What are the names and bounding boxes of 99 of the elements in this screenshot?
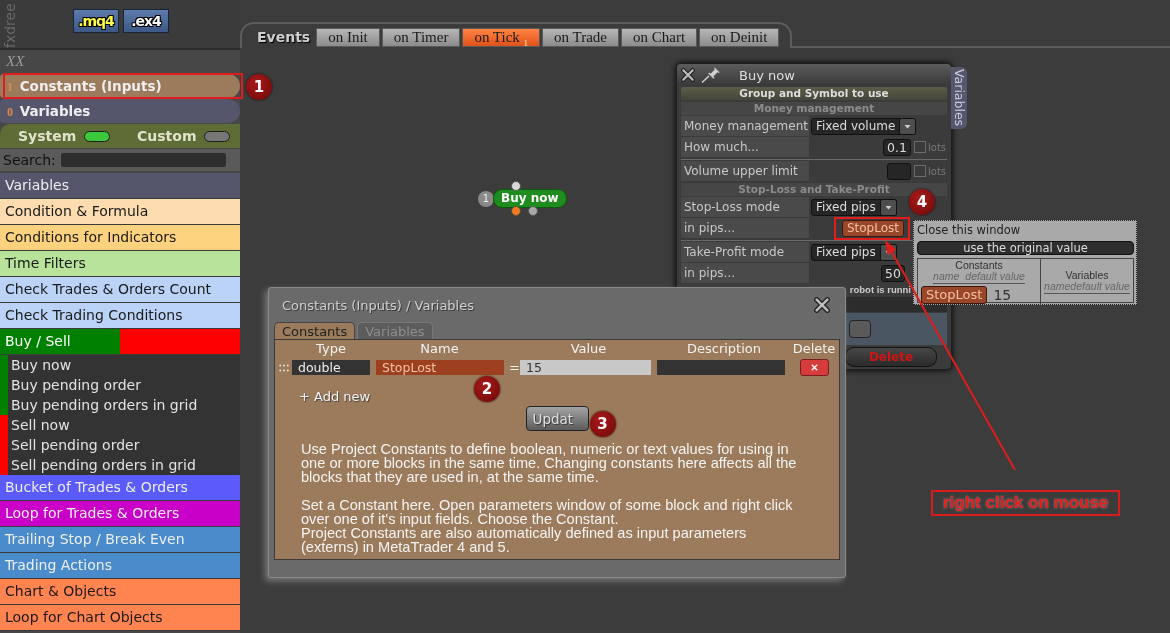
block-item[interactable]: Sell pending orders in grid	[8, 455, 240, 475]
events-label: Events	[257, 29, 311, 45]
caret-icon[interactable]	[899, 117, 917, 135]
column-header: Constants	[955, 260, 1003, 271]
tab[interactable]: on Timer	[381, 27, 461, 47]
input-field[interactable]	[887, 162, 911, 180]
input-field[interactable]: double	[292, 360, 370, 375]
category-item[interactable]: Loop for Trades & Orders	[0, 501, 240, 527]
field-label: Money management	[681, 116, 809, 136]
category-item[interactable]: Check Trades & Orders Count	[0, 277, 240, 303]
category-item[interactable]: Bucket of Trades & Orders	[0, 475, 240, 501]
dialog-title: Constants (Inputs) / Variables	[282, 297, 474, 313]
tab[interactable]: on Init	[316, 27, 380, 47]
category-item[interactable]: Chart & Objects	[0, 579, 240, 605]
window-title: Buy now	[739, 67, 795, 83]
step-marker: 3	[589, 411, 616, 437]
caret-icon[interactable]	[879, 198, 897, 216]
input-field[interactable]: 15	[520, 360, 651, 375]
unit-label: lots	[928, 165, 947, 177]
close-icon[interactable]	[681, 68, 695, 82]
column-header: Description	[685, 340, 762, 357]
delete-button[interactable]	[799, 359, 829, 376]
input-field[interactable]: 0.1	[883, 138, 911, 156]
block-item[interactable]: Sell now	[8, 415, 240, 435]
block-item[interactable]: Sell pending order	[8, 435, 240, 455]
unit-label: lots	[928, 141, 947, 153]
tab[interactable]: on Tick $_{1}$	[462, 27, 541, 47]
constant-tag[interactable]: StopLost	[841, 219, 904, 237]
group-header: Group and Symbol to use	[681, 87, 947, 100]
category-item[interactable]: Check Trading Conditions	[0, 303, 240, 329]
block-item[interactable]: Buy now	[8, 355, 240, 375]
column-header: default value	[1070, 281, 1130, 292]
checkbox[interactable]	[914, 165, 926, 177]
tab[interactable]: on Chart	[621, 27, 698, 47]
add-link[interactable]: + Add new	[299, 389, 371, 405]
block-node[interactable]: Buy now	[493, 189, 567, 208]
port-icon[interactable]	[511, 181, 521, 191]
original-value-button[interactable]: use the original value	[917, 241, 1134, 255]
category-header[interactable]: Buy / Sell	[0, 329, 240, 355]
file-button[interactable]: .ex4	[123, 9, 169, 33]
section-header: Stop-Loss and Take-Profit	[681, 183, 947, 196]
toggle-switch[interactable]	[204, 130, 231, 142]
note-text: robot is runni	[849, 284, 911, 295]
field-label: in pips...	[681, 218, 809, 238]
toggle-label: Custom	[137, 128, 197, 144]
constant-tag[interactable]: StopLost	[921, 286, 988, 304]
category-item[interactable]: Conditions for Indicators	[0, 225, 240, 251]
toggle-switch[interactable]	[84, 130, 111, 142]
field-label: Volume upper limit	[681, 161, 809, 181]
tab[interactable]: on Deinit	[699, 27, 780, 47]
side-tab[interactable]: Variables	[951, 67, 967, 129]
project-title: XX	[4, 52, 26, 71]
search-label: Search:	[3, 152, 56, 168]
column-header: default value	[965, 271, 1025, 282]
help-text: Project Constants are also automatically defined as input parameters (externs) in MetaTrader 4 and 5.	[301, 526, 748, 554]
category-item[interactable]: Condition & Formula	[0, 199, 240, 225]
field-label: in pips...	[681, 263, 809, 283]
column-header: name	[1044, 281, 1071, 292]
block-item[interactable]: Buy pending order	[8, 375, 240, 395]
column-header: Type	[315, 340, 347, 357]
checkbox[interactable]	[914, 141, 926, 153]
table-cell: 15	[993, 287, 1012, 303]
drag-handle-icon[interactable]	[278, 363, 289, 372]
column-header: Delete	[791, 340, 837, 357]
toggle-label: System	[18, 128, 77, 144]
category-item[interactable]: Variables	[0, 173, 240, 199]
block-item[interactable]: Buy pending orders in grid	[8, 395, 240, 415]
close-icon[interactable]	[814, 297, 830, 313]
help-text: Use Project Constants to define boolean, numeric or text values for using in one or more blocks in the same time. Changing constants here affects all the blocks that they are used in, at the same time.	[301, 442, 798, 484]
column-header: name	[933, 271, 960, 282]
pin-icon[interactable]	[701, 67, 721, 83]
field-label: Stop-Loss mode	[681, 197, 809, 217]
category-item[interactable]: Time Filters	[0, 251, 240, 277]
equals-sign: =	[509, 360, 520, 375]
help-text: Set a Constant here. Open parameters window of some block and right click over one of it's input fields. Choose the Constant.	[301, 498, 794, 526]
search-field[interactable]	[60, 153, 226, 167]
field-label: Take-Profit mode	[681, 242, 809, 262]
tab[interactable]: Constants	[274, 322, 356, 339]
field-label: How much...	[681, 137, 809, 157]
column-header: Name	[419, 340, 460, 357]
column-header: Variables	[1065, 270, 1109, 281]
sidebar-item[interactable]: 0 Variables	[0, 99, 240, 123]
column-header: Value	[569, 340, 608, 357]
section-header: Money management	[681, 102, 947, 115]
cross-icon	[810, 364, 818, 371]
dropdown[interactable]: Fixed volume	[811, 117, 917, 135]
tab[interactable]: on Trade	[542, 27, 620, 47]
menu-item[interactable]: Close this window	[917, 222, 1134, 238]
dropdown[interactable]: Fixed pips	[811, 243, 897, 261]
callout-label: right click on mouse	[931, 490, 1121, 516]
input-field[interactable]: 50	[881, 264, 905, 282]
count-badge: 1	[478, 190, 494, 207]
input-field[interactable]	[657, 360, 785, 375]
file-button[interactable]: .mq4	[73, 9, 119, 33]
dropdown[interactable]: Fixed pips	[811, 198, 897, 216]
category-item[interactable]: Loop for Chart Objects	[0, 605, 240, 631]
input-field[interactable]	[849, 320, 871, 338]
step-marker: 2	[474, 376, 500, 402]
input-field[interactable]: StopLost	[376, 360, 504, 375]
